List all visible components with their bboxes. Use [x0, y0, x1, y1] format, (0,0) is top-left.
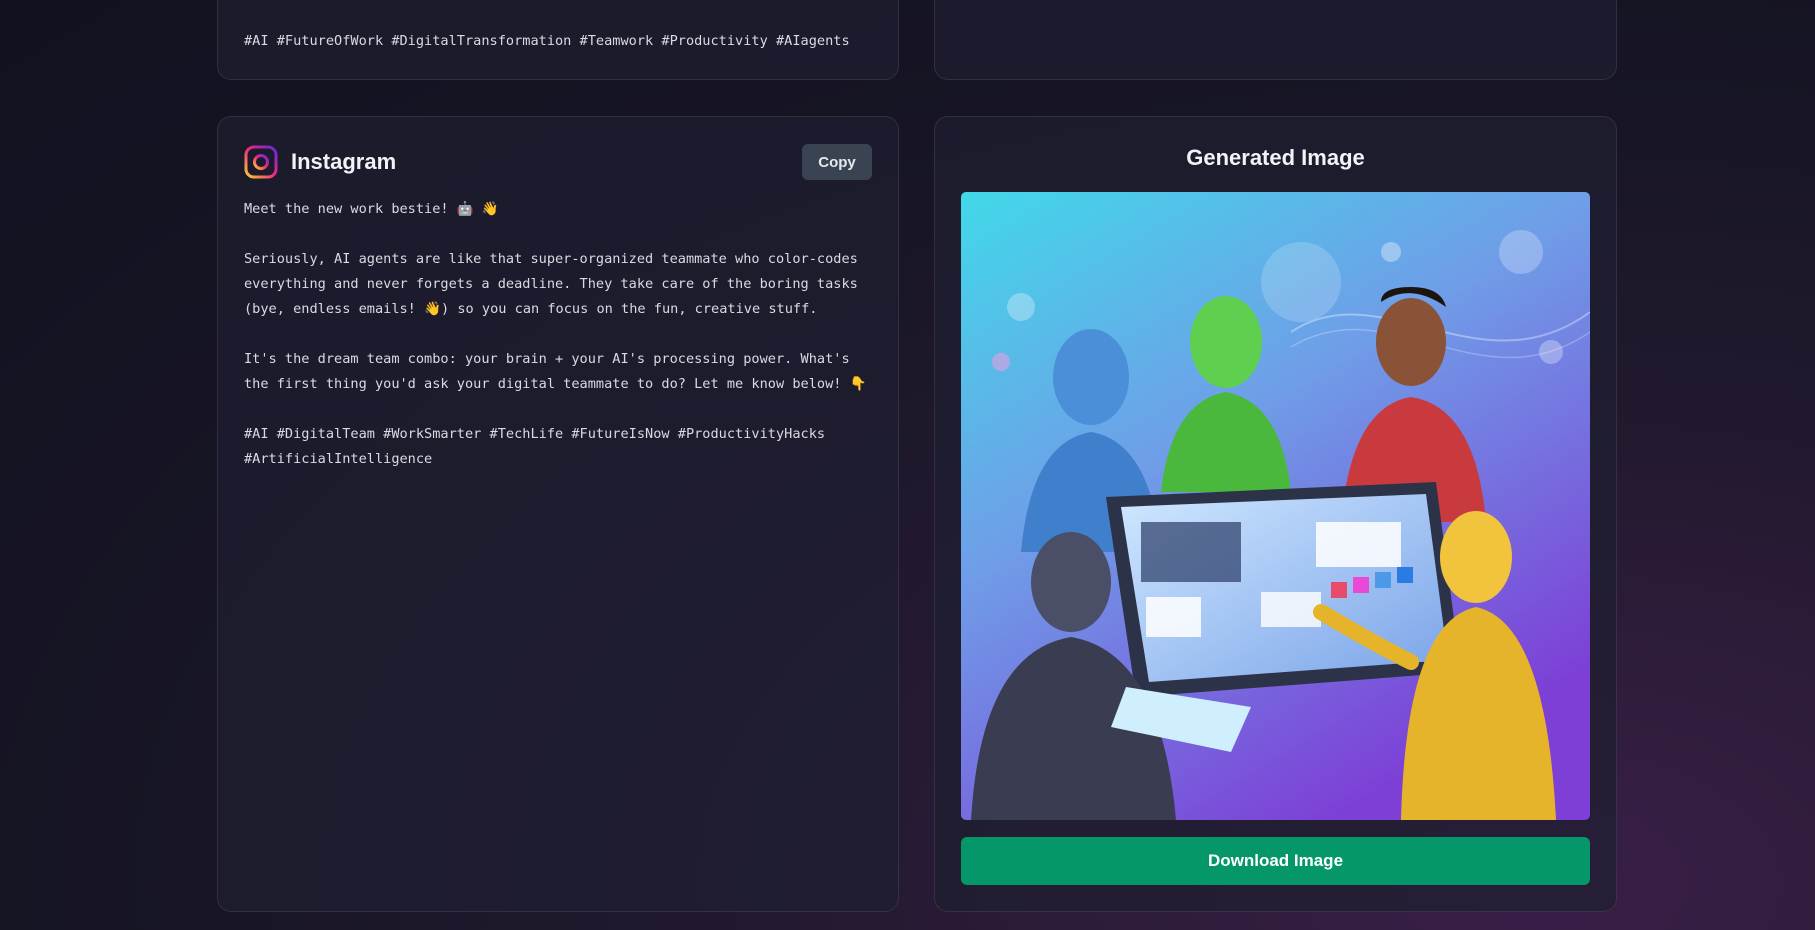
download-image-button[interactable]: Download Image: [961, 837, 1590, 885]
post-paragraph: Seriously, AI agents are like that super…: [244, 251, 858, 317]
post-paragraph: It's the dream team combo: your brain + …: [244, 351, 867, 392]
generated-image: [961, 192, 1590, 820]
previous-image-card: [934, 0, 1617, 80]
instagram-icon: [244, 145, 278, 179]
copy-button[interactable]: Copy: [802, 144, 872, 180]
instagram-header: Instagram: [244, 145, 396, 179]
post-paragraph: Meet the new work bestie! 🤖 👋: [244, 201, 499, 217]
instagram-post-card: Instagram Copy Meet the new work bestie!…: [217, 116, 899, 912]
previous-post-card: #AI #FutureOfWork #DigitalTransformation…: [217, 0, 899, 80]
instagram-title: Instagram: [291, 149, 397, 174]
generated-image-title: Generated Image: [1186, 145, 1365, 170]
previous-post-hashtags: #AI #FutureOfWork #DigitalTransformation…: [244, 33, 850, 49]
post-hashtags: #AI #DigitalTeam #WorkSmarter #TechLife …: [244, 426, 826, 467]
generated-image-card: Generated Image Download Image: [934, 116, 1617, 912]
instagram-post-text: Meet the new work bestie! 🤖 👋 Seriously,…: [244, 197, 874, 497]
